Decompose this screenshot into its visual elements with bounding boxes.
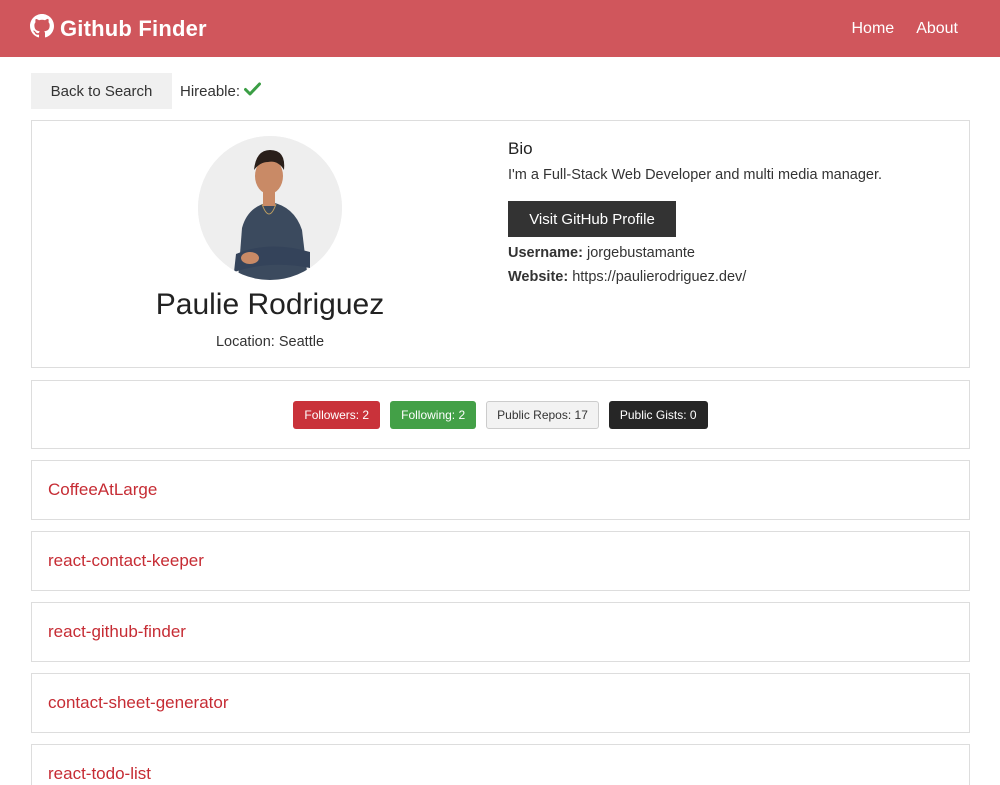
nav-link-home[interactable]: Home [852, 20, 895, 38]
repo-item: react-contact-keeper [31, 531, 970, 591]
repo-link[interactable]: CoffeeAtLarge [48, 480, 157, 500]
hireable-label: Hireable: [180, 82, 241, 100]
stats-card: Followers: 2 Following: 2 Public Repos: … [31, 380, 970, 449]
back-to-search-button[interactable]: Back to Search [31, 73, 172, 109]
brand-title: Github Finder [60, 15, 207, 41]
public-gists-badge: Public Gists: 0 [608, 400, 708, 429]
nav-link-about[interactable]: About [916, 20, 958, 38]
github-icon [30, 14, 54, 43]
username-line: Username: jorgebustamante [508, 245, 948, 261]
profile-summary: Paulie Rodriguez Location: Seattle [32, 121, 508, 367]
navbar: Github Finder Home About [0, 0, 1000, 57]
username-value: jorgebustamante [586, 245, 695, 261]
avatar [198, 136, 342, 280]
profile-location: Location: Seattle [215, 334, 325, 350]
repo-link[interactable]: react-contact-keeper [48, 551, 204, 571]
public-repos-badge: Public Repos: 17 [486, 400, 599, 429]
website-value[interactable]: https://paulierodriguez.dev/ [572, 269, 746, 285]
repo-link[interactable]: contact-sheet-generator [48, 693, 229, 713]
followers-badge: Followers: 2 [293, 400, 381, 429]
visit-github-profile-button[interactable]: Visit GitHub Profile [508, 201, 676, 237]
repo-item: CoffeeAtLarge [31, 460, 970, 520]
repo-item: contact-sheet-generator [31, 673, 970, 733]
repo-link[interactable]: react-todo-list [48, 764, 151, 784]
profile-card: Paulie Rodriguez Location: Seattle Bio I… [31, 120, 970, 368]
brand[interactable]: Github Finder [30, 14, 207, 43]
nav-links: Home About [852, 20, 959, 38]
action-row: Back to Search Hireable: [31, 73, 262, 109]
following-badge: Following: 2 [390, 400, 477, 429]
username-label: Username: [508, 245, 583, 261]
repo-item: react-github-finder [31, 602, 970, 662]
repo-item: react-todo-list [31, 744, 970, 785]
check-icon [244, 82, 262, 100]
website-label: Website: [508, 269, 569, 285]
bio-text: I'm a Full-Stack Web Developer and multi… [508, 167, 883, 183]
bio-heading: Bio [508, 139, 533, 158]
hireable-status: Hireable: [180, 82, 262, 100]
profile-details: Bio I'm a Full-Stack Web Developer and m… [508, 139, 948, 285]
repo-link[interactable]: react-github-finder [48, 622, 186, 642]
website-line: Website: https://paulierodriguez.dev/ [508, 269, 948, 285]
profile-name: Paulie Rodriguez [155, 288, 385, 321]
